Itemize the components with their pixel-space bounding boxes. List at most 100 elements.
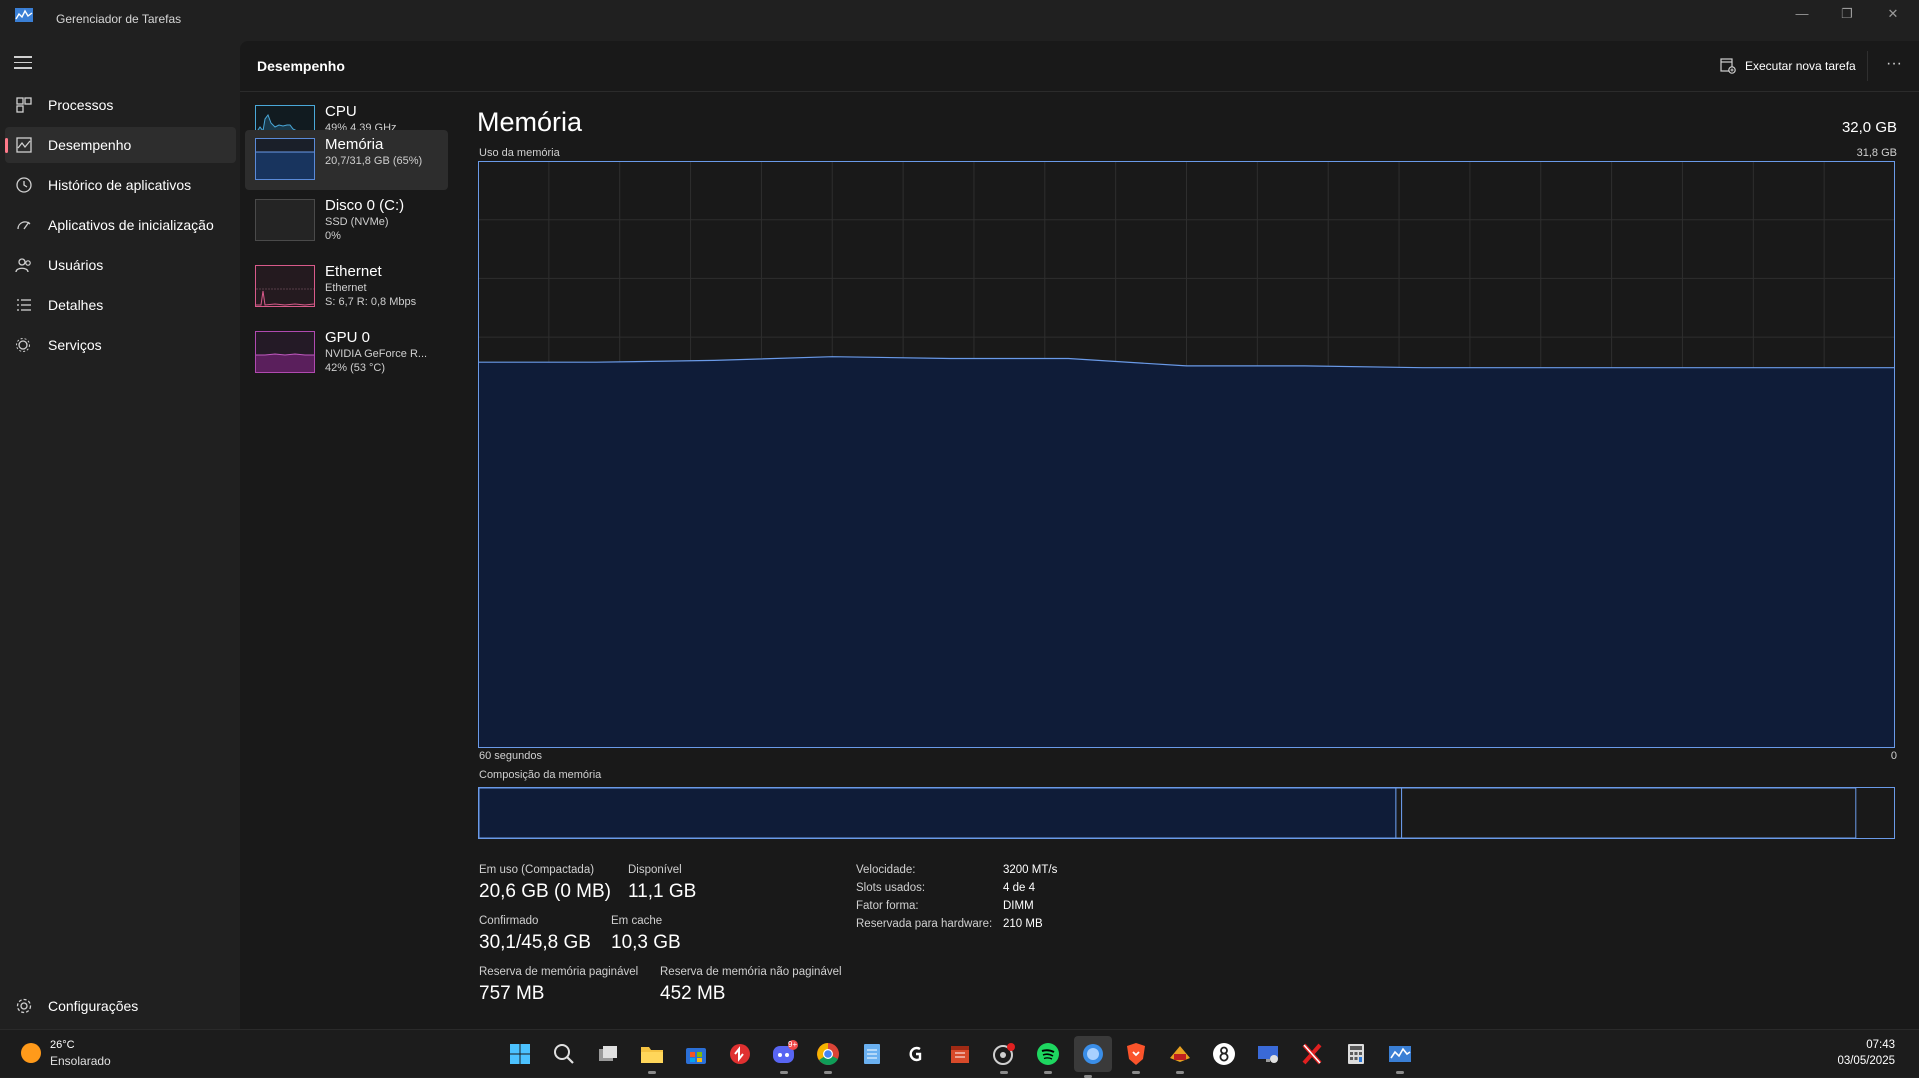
usage-graph-label: Uso da memória <box>479 147 560 159</box>
cached-label: Em cache <box>611 915 663 927</box>
memory-composition-bar <box>478 787 1895 839</box>
nonpaged-pool-value: 452 MB <box>660 983 726 1004</box>
discord-badge: 9+ <box>788 1040 798 1049</box>
monitor-app-icon[interactable] <box>1254 1040 1282 1068</box>
nav-item-processes[interactable]: Processos <box>5 87 236 123</box>
nonpaged-pool-label: Reserva de memória não paginável <box>660 966 842 978</box>
paged-pool-label: Reserva de memória paginável <box>479 966 639 978</box>
blue-circle-app-icon[interactable] <box>1074 1036 1112 1078</box>
game-app-icon[interactable] <box>1166 1040 1194 1074</box>
navigation-pane: Processos Desempenho Histórico de aplica… <box>0 41 240 1029</box>
resource-disk-type: SSD (NVMe) <box>325 216 389 228</box>
in-use-value: 20,6 GB (0 MB) <box>479 881 611 902</box>
task-manager-icon[interactable] <box>1386 1040 1414 1074</box>
users-icon <box>15 258 31 273</box>
g-app-icon[interactable] <box>902 1040 930 1068</box>
services-icon <box>16 338 30 352</box>
run-task-label: Executar nova tarefa <box>1745 59 1856 73</box>
main-content: Desempenho Executar nova tarefa ··· CPU … <box>240 41 1919 1029</box>
committed-label: Confirmado <box>479 915 539 927</box>
calendar-app-icon[interactable] <box>946 1040 974 1068</box>
spotify-icon[interactable] <box>1034 1040 1062 1074</box>
resource-gpu-model: NVIDIA GeForce R... <box>325 348 428 360</box>
notepad-icon[interactable] <box>858 1040 886 1068</box>
red-app-icon[interactable] <box>726 1040 754 1068</box>
resource-gpu[interactable]: GPU 0 NVIDIA GeForce R... 42% (53 °C) <box>245 323 448 385</box>
nav-label-details: Detalhes <box>48 297 104 313</box>
nav-label-app-history: Histórico de aplicativos <box>48 177 192 193</box>
nav-item-app-history[interactable]: Histórico de aplicativos <box>5 167 236 203</box>
resource-disk-name: Disco 0 (C:) <box>325 197 405 214</box>
nav-item-performance[interactable]: Desempenho <box>5 127 236 163</box>
microsoft-store-icon[interactable] <box>682 1040 710 1068</box>
calculator-icon[interactable] <box>1342 1040 1370 1068</box>
app-history-icon <box>16 177 32 193</box>
disk-thumbnail-graph <box>255 199 315 241</box>
clock-time[interactable]: 07:43 <box>1866 1039 1895 1051</box>
resource-ethernet-throughput: S: 6,7 R: 0,8 Mbps <box>325 296 417 308</box>
nav-item-services[interactable]: Serviços <box>5 327 236 363</box>
eight-ball-icon[interactable] <box>1210 1040 1238 1068</box>
chrome-icon[interactable] <box>814 1040 842 1074</box>
cached-value: 10,3 GB <box>611 932 681 953</box>
brave-icon[interactable] <box>1122 1040 1150 1074</box>
nav-item-startup-apps[interactable]: Aplicativos de inicialização <box>5 207 236 243</box>
clock-date[interactable]: 03/05/2025 <box>1837 1055 1895 1067</box>
weather-description[interactable]: Ensolarado <box>50 1054 111 1068</box>
hamburger-menu-icon[interactable] <box>14 56 32 70</box>
page-header: Desempenho Executar nova tarefa ··· <box>240 41 1919 92</box>
resource-gpu-name: GPU 0 <box>325 329 371 346</box>
slots-used-label: Slots usados: <box>856 882 926 894</box>
resource-gpu-usage: 42% (53 °C) <box>325 362 386 374</box>
resource-memory[interactable]: Memória 20,7/31,8 GB (65%) <box>245 130 448 190</box>
speed-label: Velocidade: <box>856 864 916 876</box>
composition-standby <box>1401 787 1857 839</box>
processes-icon <box>16 97 32 113</box>
gpu-thumbnail-graph <box>255 331 315 373</box>
x-app-icon[interactable] <box>1298 1040 1326 1068</box>
details-icon <box>17 299 31 311</box>
resource-disk[interactable]: Disco 0 (C:) SSD (NVMe) 0% <box>245 191 448 253</box>
in-use-label: Em uso (Compactada) <box>479 864 595 876</box>
file-explorer-icon[interactable] <box>638 1040 666 1074</box>
minimize-button[interactable]: — <box>1788 4 1816 24</box>
gear-icon <box>16 998 32 1014</box>
composition-label: Composição da memória <box>479 769 602 781</box>
memory-usage-graph <box>478 161 1895 748</box>
page-title: Desempenho <box>257 58 345 74</box>
close-button[interactable]: ✕ <box>1879 4 1907 24</box>
task-view-icon[interactable] <box>594 1040 622 1068</box>
usage-graph-max: 31,8 GB <box>1856 147 1897 159</box>
resource-cpu-name: CPU <box>325 103 357 120</box>
more-options-button[interactable]: ··· <box>1880 51 1908 79</box>
speed-value: 3200 MT/s <box>1003 864 1058 876</box>
search-icon[interactable] <box>550 1040 578 1068</box>
hardware-reserved-label: Reservada para hardware: <box>856 918 993 930</box>
nav-item-settings[interactable]: Configurações <box>5 988 236 1024</box>
graph-time-left: 60 segundos <box>479 750 542 762</box>
run-task-icon <box>1720 58 1736 74</box>
restore-button[interactable]: ❐ <box>1833 4 1861 24</box>
nav-label-settings: Configurações <box>48 998 139 1014</box>
composition-modified <box>1395 787 1403 839</box>
resource-ethernet-name: Ethernet <box>325 263 382 280</box>
paged-pool-value: 757 MB <box>479 983 545 1004</box>
nav-item-details[interactable]: Detalhes <box>5 287 236 323</box>
resource-ethernet[interactable]: Ethernet Ethernet S: 6,7 R: 0,8 Mbps <box>245 257 448 319</box>
nav-label-processes: Processos <box>48 97 114 113</box>
composition-in-use <box>478 787 1397 839</box>
hardware-reserved-value: 210 MB <box>1003 918 1043 930</box>
nav-item-users[interactable]: Usuários <box>5 247 236 283</box>
form-factor-value: DIMM <box>1003 900 1034 912</box>
nav-label-services: Serviços <box>48 337 102 353</box>
graph-time-right: 0 <box>1890 750 1897 762</box>
windows-start-icon[interactable] <box>506 1040 534 1068</box>
sun-weather-icon[interactable] <box>21 1043 41 1063</box>
weather-temperature[interactable]: 26°C <box>50 1039 75 1051</box>
taskbar: 26°C Ensolarado 9+ 07:43 03/05/2025 <box>0 1029 1919 1078</box>
discord-icon[interactable]: 9+ <box>770 1040 798 1074</box>
slots-used-value: 4 de 4 <box>1003 882 1035 894</box>
red-status-app-icon[interactable] <box>990 1040 1018 1074</box>
nav-label-startup-apps: Aplicativos de inicialização <box>48 217 214 233</box>
task-manager-app-icon <box>15 8 33 22</box>
